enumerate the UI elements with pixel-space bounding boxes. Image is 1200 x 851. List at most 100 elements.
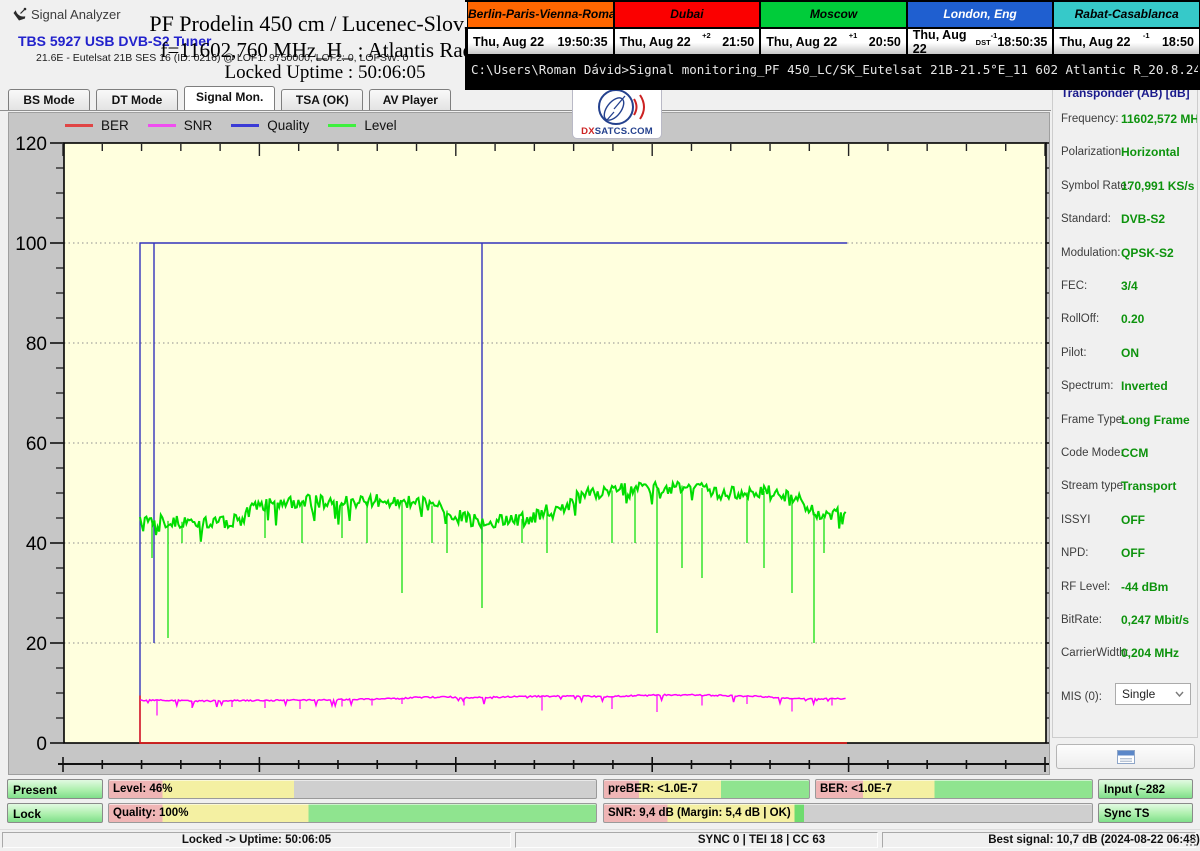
transponder-row-label: Stream type: (1061, 479, 1126, 493)
mis-label: MIS (0): (1061, 691, 1102, 703)
legend-label: Level (364, 118, 396, 133)
tab-signal-mon-[interactable]: Signal Mon. (184, 86, 275, 111)
svg-text:40: 40 (26, 534, 47, 555)
svg-text:80: 80 (26, 334, 47, 355)
legend-item-ber: BER (65, 118, 129, 133)
clock-city-label: Rabat-Casablanca (1054, 2, 1199, 27)
transponder-row-value: ON (1121, 346, 1139, 360)
transponder-row-label: Modulation: (1061, 246, 1120, 260)
clock-london-eng: London, EngThu, Aug 22DST-118:50:35 (908, 2, 1053, 54)
transponder-row-value: Inverted (1121, 379, 1168, 393)
snr-progress-text: SNR: 9,4 dB (Margin: 5,4 dB | OK) (604, 804, 1092, 822)
clock-time-row: Thu, Aug 22 +2 21:50 (615, 29, 760, 54)
clock-date: Thu, Aug 22 (620, 35, 691, 49)
mis-dropdown[interactable]: Single (1115, 683, 1191, 705)
tab-av-player[interactable]: AV Player (369, 89, 451, 111)
chart-legend: BER SNR Quality Level (65, 115, 397, 135)
legend-label: SNR (184, 118, 213, 133)
transponder-row-value: OFF (1121, 513, 1145, 527)
clock-time-row: Thu, Aug 22 +1 20:50 (761, 29, 906, 54)
transponder-row-value: 170,991 KS/s (1121, 179, 1194, 193)
status-best-signal: Best signal: 10,7 dB (2024-08-22 06:48) (882, 832, 1196, 848)
legend-swatch-snr (148, 124, 176, 127)
transponder-row-carrierwidth: CarrierWidth:0,204 MHz (1053, 646, 1197, 660)
transponder-row-frequency: Frequency:11602,572 MHz (1053, 112, 1197, 126)
transponder-row-value: -44 dBm (1121, 580, 1168, 594)
transponder-row-spectrum: Spectrum:Inverted (1053, 379, 1197, 393)
tabbar-divider (0, 110, 1051, 111)
console-prompt[interactable]: C:\Users\Roman Dávid>Signal monitoring_P… (471, 62, 1198, 77)
status-sync-counters: SYNC 0 | TEI 18 | CC 63 (515, 832, 878, 848)
transponder-row-label: NPD: (1061, 546, 1088, 560)
clock-city-label: Dubai (615, 2, 760, 27)
legend-swatch-level (328, 124, 356, 127)
mis-dropdown-value: Single (1122, 687, 1155, 701)
tab-bs-mode[interactable]: BS Mode (8, 89, 90, 111)
transponder-row-polarization: Polarization:Horizontal (1053, 145, 1197, 159)
signal-chart-svg: 020406080100120 (9, 113, 1049, 774)
world-clock-overlay: Berlin-Paris-Vienna-RomaThu, Aug 2219:50… (465, 0, 1200, 90)
clock-date: Thu, Aug 22 (913, 28, 976, 56)
status-uptime: Locked -> Uptime: 50:06:05 (2, 832, 511, 848)
legend-swatch-quality (231, 124, 259, 127)
clock-time: 21:50 (722, 35, 754, 49)
quality-progress-bar: Quality: 100% (108, 803, 597, 823)
transponder-row-rolloff: RollOff:0.20 (1053, 312, 1197, 326)
transponder-row-label: Symbol Rate: (1061, 179, 1130, 193)
tab-bar: BS Mode DT Mode Signal Mon. TSA (OK) AV Play… (8, 87, 457, 111)
clock-utc-offset: -1 (1143, 31, 1150, 44)
transponder-row-standard: Standard:DVB-S2 (1053, 212, 1197, 226)
transponder-row-value: Transport (1121, 479, 1176, 493)
transponder-row-label: BitRate: (1061, 613, 1102, 627)
clock-time-row: Thu, Aug 22DST-118:50:35 (908, 29, 1053, 54)
tab-tsa-ok-[interactable]: TSA (OK) (281, 89, 363, 111)
clock-date: Thu, Aug 22 (473, 35, 544, 49)
preber-progress-text: preBER: <1.0E-7 (604, 780, 809, 798)
transponder-panel: Transponder (AB) [dB] MIS (0): Single Fr… (1052, 88, 1198, 738)
transponder-row-value: 3/4 (1121, 279, 1138, 293)
clock-city-label: Moscow (761, 2, 906, 27)
sync-ts-indicator: Sync TS (1098, 803, 1193, 823)
level-progress-bar: Level: 46% (108, 779, 597, 799)
input-indicator: Input (~282 Kbps) (1098, 779, 1193, 799)
transponder-row-value: QPSK-S2 (1121, 246, 1174, 260)
transponder-row-symbol-rate: Symbol Rate:170,991 KS/s (1053, 179, 1197, 193)
tab-dt-mode[interactable]: DT Mode (96, 89, 178, 111)
svg-text:100: 100 (15, 234, 47, 255)
transponder-row-label: RollOff: (1061, 312, 1099, 326)
clock-time-row: Thu, Aug 22 19:50:35 (468, 29, 613, 54)
transponder-row-code-mode: Code Mode:CCM (1053, 446, 1197, 460)
snr-progress-bar: SNR: 9,4 dB (Margin: 5,4 dB | OK) (603, 803, 1093, 823)
transponder-row-value: 0,204 MHz (1121, 646, 1179, 660)
resize-grip[interactable] (1186, 836, 1198, 848)
transponder-row-rf-level: RF Level:-44 dBm (1053, 580, 1197, 594)
legend-label: Quality (267, 118, 309, 133)
transponder-row-pilot: Pilot:ON (1053, 346, 1197, 360)
legend-item-snr: SNR (148, 118, 213, 133)
legend-item-level: Level (328, 118, 396, 133)
clock-time: 20:50 (869, 35, 901, 49)
clock-utc-offset: +1 (849, 31, 858, 44)
clock-time-row: Thu, Aug 22-118:50 (1054, 29, 1199, 54)
svg-text:0: 0 (36, 734, 47, 755)
clock-utc-offset: +2 (702, 31, 711, 44)
transponder-row-label: Code Mode: (1061, 446, 1124, 460)
dxsatcs-logo-text: DXSATCS.COM (581, 126, 653, 138)
transponder-row-value: CCM (1121, 446, 1148, 460)
clock-date: Thu, Aug 22 (766, 35, 837, 49)
chevron-down-icon (1175, 691, 1184, 697)
transponder-row-npd: NPD:OFF (1053, 546, 1197, 560)
legend-item-quality: Quality (231, 118, 309, 133)
transponder-row-value: 0,247 Mbit/s (1121, 613, 1189, 627)
present-indicator: Present (7, 779, 103, 799)
dxsatcs-dish-graphic (574, 87, 662, 127)
clock-time: 18:50 (1162, 35, 1194, 49)
transponder-row-label: Standard: (1061, 212, 1111, 226)
clock-time: 19:50:35 (558, 35, 608, 49)
ber-progress-text: BER: <1.0E-7 (816, 780, 1092, 798)
export-button[interactable] (1056, 744, 1195, 769)
transponder-row-issyi: ISSYIOFF (1053, 513, 1197, 527)
transponder-row-bitrate: BitRate: 0,247 Mbit/s (1053, 613, 1197, 627)
signal-monitor-chart: BERSNRQualityLevel 020406080100120 (8, 112, 1050, 775)
dxsatcs-logo: DXSATCS.COM (572, 85, 662, 139)
